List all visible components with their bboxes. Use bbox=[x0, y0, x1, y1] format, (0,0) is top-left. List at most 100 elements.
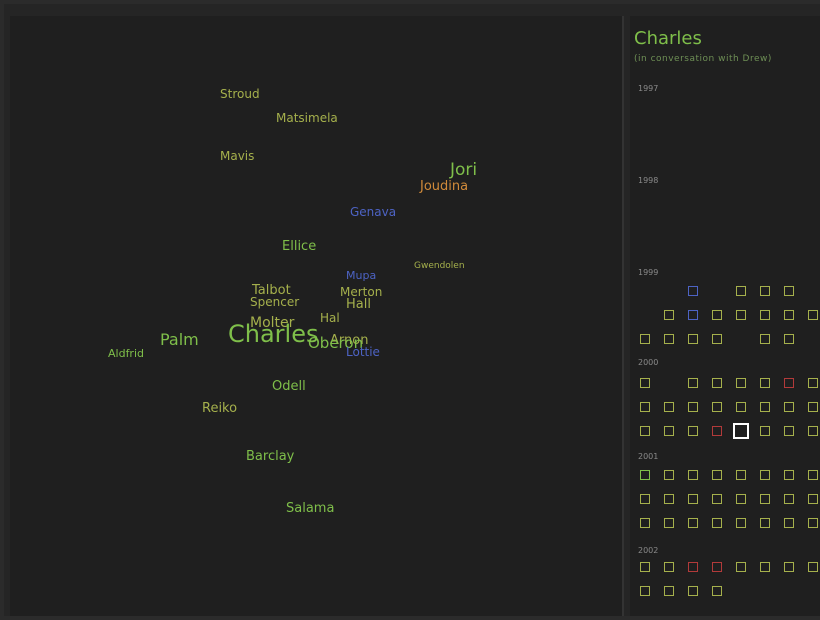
calendar-cell[interactable] bbox=[640, 562, 650, 572]
calendar-cell[interactable] bbox=[712, 378, 722, 388]
calendar-cell[interactable] bbox=[760, 518, 770, 528]
calendar-cell[interactable] bbox=[760, 494, 770, 504]
calendar-cell[interactable] bbox=[664, 586, 674, 596]
app-frame: Stroud Matsimela Mavis Jori Joudina Genava Ell… bbox=[4, 4, 820, 616]
calendar-cell[interactable] bbox=[808, 470, 818, 480]
calendar-cell[interactable] bbox=[664, 402, 674, 412]
calendar-cell[interactable] bbox=[784, 378, 794, 388]
calendar-cell[interactable] bbox=[688, 470, 698, 480]
calendar-cell[interactable] bbox=[664, 494, 674, 504]
calendar-cell[interactable] bbox=[736, 310, 746, 320]
calendar-cell[interactable] bbox=[688, 494, 698, 504]
calendar-cell[interactable] bbox=[760, 470, 770, 480]
calendar-cell[interactable] bbox=[688, 310, 698, 320]
calendar-cell[interactable] bbox=[808, 402, 818, 412]
calendar-cell[interactable] bbox=[760, 334, 770, 344]
calendar-cell[interactable] bbox=[664, 310, 674, 320]
calendar-cell[interactable] bbox=[808, 494, 818, 504]
calendar-cell[interactable] bbox=[712, 586, 722, 596]
calendar-cell[interactable] bbox=[664, 334, 674, 344]
calendar-cell[interactable] bbox=[688, 586, 698, 596]
calendar-cell[interactable] bbox=[712, 494, 722, 504]
calendar-cell[interactable] bbox=[808, 562, 818, 572]
calendar-cell[interactable] bbox=[640, 494, 650, 504]
calendar-cell[interactable] bbox=[736, 286, 746, 296]
calendar-cell[interactable] bbox=[688, 562, 698, 572]
calendar-cell[interactable] bbox=[640, 586, 650, 596]
calendar-cell[interactable] bbox=[688, 334, 698, 344]
name-odell[interactable]: Odell bbox=[272, 380, 306, 393]
name-genava[interactable]: Genava bbox=[350, 206, 396, 218]
calendar-cell[interactable] bbox=[784, 494, 794, 504]
calendar-cell[interactable] bbox=[760, 378, 770, 388]
calendar-cell[interactable] bbox=[688, 518, 698, 528]
name-jori[interactable]: Jori bbox=[450, 162, 477, 179]
calendar-cell[interactable] bbox=[784, 426, 794, 436]
calendar-cell[interactable] bbox=[784, 310, 794, 320]
name-joudina[interactable]: Joudina bbox=[420, 180, 468, 193]
calendar-cell[interactable] bbox=[640, 378, 650, 388]
calendar-cell[interactable] bbox=[808, 518, 818, 528]
calendar-cell[interactable] bbox=[664, 426, 674, 436]
calendar-cell[interactable] bbox=[640, 426, 650, 436]
calendar-cell[interactable] bbox=[712, 470, 722, 480]
calendar-cell[interactable] bbox=[640, 518, 650, 528]
calendar-cell[interactable] bbox=[760, 426, 770, 436]
calendar-cell[interactable] bbox=[712, 334, 722, 344]
calendar-cell[interactable] bbox=[784, 470, 794, 480]
calendar-cell[interactable] bbox=[688, 286, 698, 296]
calendar-cell[interactable] bbox=[808, 378, 818, 388]
calendar-cell[interactable] bbox=[640, 470, 650, 480]
name-charles[interactable]: Charles bbox=[228, 322, 318, 346]
calendar-cell[interactable] bbox=[760, 310, 770, 320]
name-hal[interactable]: Hal bbox=[320, 312, 340, 324]
calendar-cell[interactable] bbox=[784, 334, 794, 344]
name-barclay[interactable]: Barclay bbox=[246, 450, 294, 463]
calendar-cell[interactable] bbox=[808, 310, 818, 320]
name-salama[interactable]: Salama bbox=[286, 502, 334, 515]
calendar-cell[interactable] bbox=[664, 470, 674, 480]
calendar-cell[interactable] bbox=[784, 518, 794, 528]
calendar-cell[interactable] bbox=[784, 286, 794, 296]
calendar-cell[interactable] bbox=[640, 402, 650, 412]
calendar-cell[interactable] bbox=[736, 518, 746, 528]
name-mupa[interactable]: Mupa bbox=[346, 270, 376, 281]
calendar-cell[interactable] bbox=[712, 426, 722, 436]
calendar-title: Charles bbox=[634, 28, 702, 49]
calendar-cell[interactable] bbox=[664, 562, 674, 572]
calendar-cell[interactable] bbox=[736, 562, 746, 572]
calendar-cell[interactable] bbox=[688, 402, 698, 412]
calendar-cell[interactable] bbox=[640, 334, 650, 344]
calendar-cell[interactable] bbox=[712, 518, 722, 528]
name-stroud[interactable]: Stroud bbox=[220, 88, 260, 100]
name-matsimela[interactable]: Matsimela bbox=[276, 112, 338, 124]
calendar-cell[interactable] bbox=[760, 562, 770, 572]
calendar-cell[interactable] bbox=[760, 286, 770, 296]
calendar-cell[interactable] bbox=[736, 494, 746, 504]
name-gwendolen[interactable]: Gwendolen bbox=[414, 262, 465, 271]
calendar-cell[interactable] bbox=[784, 402, 794, 412]
calendar-cell[interactable] bbox=[736, 378, 746, 388]
calendar-cell[interactable] bbox=[808, 426, 818, 436]
calendar-cell[interactable] bbox=[712, 562, 722, 572]
calendar-cell[interactable] bbox=[712, 402, 722, 412]
name-ellice[interactable]: Ellice bbox=[282, 240, 316, 253]
calendar-cell[interactable] bbox=[688, 426, 698, 436]
calendar-cell[interactable] bbox=[664, 518, 674, 528]
name-mavis[interactable]: Mavis bbox=[220, 150, 254, 162]
name-reiko[interactable]: Reiko bbox=[202, 402, 237, 415]
name-palm[interactable]: Palm bbox=[160, 332, 199, 348]
calendar-cell[interactable] bbox=[712, 310, 722, 320]
name-lottie[interactable]: Lottie bbox=[346, 346, 380, 358]
calendar-cell[interactable] bbox=[736, 402, 746, 412]
calendar-cell[interactable] bbox=[760, 402, 770, 412]
year-label-1997: 1997 bbox=[638, 84, 659, 93]
name-hall[interactable]: Hall bbox=[346, 298, 371, 311]
name-spencer[interactable]: Spencer bbox=[250, 296, 299, 308]
calendar-cell[interactable] bbox=[688, 378, 698, 388]
name-cloud-panel: Stroud Matsimela Mavis Jori Joudina Genava Ell… bbox=[10, 16, 624, 616]
calendar-cell[interactable] bbox=[736, 470, 746, 480]
calendar-cell-selected[interactable] bbox=[733, 423, 749, 439]
calendar-cell[interactable] bbox=[784, 562, 794, 572]
name-aldfrid[interactable]: Aldfrid bbox=[108, 348, 144, 359]
